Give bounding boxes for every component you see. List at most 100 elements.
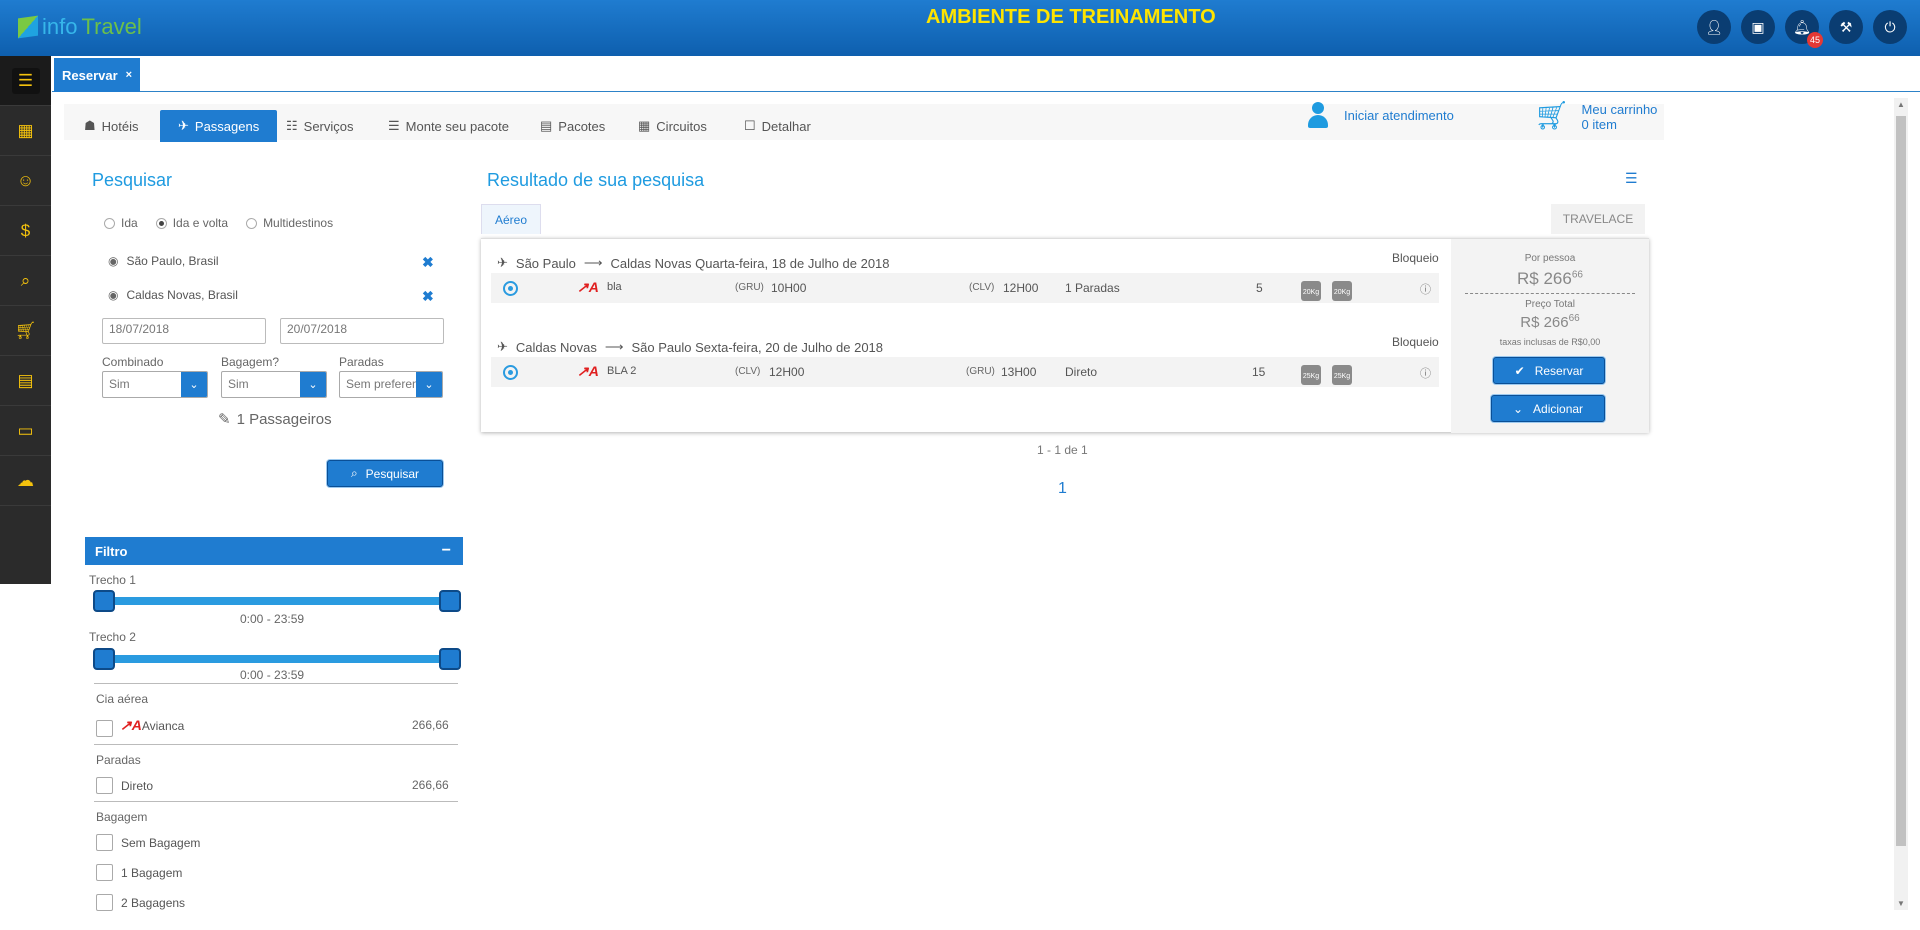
list-view-icon[interactable]: ☰ [1625, 170, 1638, 187]
arrow-right-icon: ⟶ [604, 339, 624, 354]
combinado-select[interactable]: Sim ⌄ [102, 371, 208, 398]
bagagem-select[interactable]: Sim ⌄ [221, 371, 327, 398]
trecho1-min-handle[interactable] [93, 590, 115, 612]
trecho2-max-handle[interactable] [439, 648, 461, 670]
radio-multidestinos[interactable]: Multidestinos [246, 216, 333, 230]
cart-link[interactable]: 🛒︎ Meu carrinho 0 item [1534, 100, 1657, 133]
combinado-label: Combinado [102, 355, 164, 369]
leg-header: ✈ Caldas Novas ⟶ São Paulo Sexta-feira, … [497, 339, 884, 355]
person-icon [1308, 102, 1328, 128]
cash-icon[interactable]: ▭ [0, 406, 51, 456]
checkbox-sem-bagagem[interactable] [96, 834, 113, 851]
tab-detalhar[interactable]: ☐ Detalhar [744, 110, 811, 142]
checkbox-1-bagagem[interactable] [96, 864, 113, 881]
menu-toggle[interactable]: ☰ [0, 56, 51, 106]
left-nav: ☰ ▦ ☺ $ ⌕ 🛒︎ ▤ ▭ ☁ [0, 56, 51, 584]
checkbox-2-bagagens[interactable] [96, 894, 113, 911]
paradas-label: Paradas [339, 355, 384, 369]
edit-icon: ✎ [218, 411, 231, 428]
building-icon[interactable]: ▦ [0, 106, 51, 156]
arr-time: 13H00 [1001, 365, 1037, 379]
tab-travelace[interactable]: TRAVELACE [1551, 204, 1645, 234]
avianca-price: 266,66 [412, 718, 449, 732]
direto-option: Direto [121, 779, 154, 793]
chevron-down-icon: ⌄ [1512, 401, 1524, 416]
tab-hoteis[interactable]: ☗ Hotéis [84, 110, 139, 142]
newspaper-icon: ▤ [540, 118, 553, 133]
taxes-note: taxas inclusas de R$0,00 [1499, 337, 1601, 347]
start-service-link[interactable]: Iniciar atendimento [1308, 102, 1454, 128]
clear-destination-button[interactable]: ✖ [422, 288, 434, 305]
total-label: Preço Total [1525, 299, 1575, 310]
flight-row[interactable]: ↗A BLA 2 (CLV) 12H00 (GRU) 13H00 Direto … [491, 357, 1439, 387]
luggage-icon: 20Kg [1332, 281, 1352, 301]
1-bagagem-option: 1 Bagagem [121, 866, 183, 880]
tab-servicos[interactable]: ☷ Serviços [286, 110, 354, 142]
trip-type-group: Ida Ida e volta Multidestinos [104, 216, 333, 230]
arr-time: 12H00 [1003, 281, 1039, 295]
search-icon: ⌕ [350, 466, 358, 480]
sitemap-icon: ☷ [286, 118, 298, 133]
trecho2-slider-track[interactable] [104, 655, 450, 663]
dollar-icon[interactable]: $ [0, 206, 51, 256]
cart-count: 0 item [1581, 117, 1617, 132]
checkbox-avianca[interactable] [96, 720, 113, 737]
seats: 15 [1252, 365, 1266, 379]
origin-field[interactable]: ◉ São Paulo, Brasil [108, 254, 219, 268]
cart-icon: 🛒︎ [1534, 100, 1570, 131]
bed-icon: ☗ [84, 118, 96, 133]
scroll-up-icon[interactable]: ▲ [1897, 100, 1905, 109]
leg-header: ✈ São Paulo ⟶ Caldas Novas Quarta-feira,… [497, 255, 890, 271]
filter-header[interactable]: Filtro − [85, 537, 463, 565]
plane-icon: ✈ [497, 339, 508, 354]
reserve-button[interactable]: ✔ Reservar [1493, 357, 1605, 384]
tab-pacotes[interactable]: ▤ Pacotes [540, 110, 605, 142]
bell-icon[interactable]: 🔔︎ 45 [1785, 10, 1823, 48]
close-icon[interactable]: × [126, 69, 132, 81]
info-icon[interactable]: ⓘ [1420, 365, 1431, 381]
tab-aereo[interactable]: Aéreo [481, 204, 541, 234]
destination-field[interactable]: ◉ Caldas Novas, Brasil [108, 288, 238, 302]
radio-ida-e-volta[interactable]: Ida e volta [155, 216, 228, 230]
user-icon[interactable]: 👤︎ [1697, 10, 1731, 44]
scroll-down-icon[interactable]: ▼ [1897, 899, 1905, 908]
tab-circuitos[interactable]: ▦ Circuitos [638, 110, 707, 142]
date-back-input[interactable]: 20/07/2018 [280, 318, 444, 344]
arr-airport: (CLV) [969, 282, 995, 293]
paradas-select[interactable]: Sem preferencia ⌄ [339, 371, 443, 398]
search-title: Pesquisar [92, 170, 173, 190]
scrollbar-thumb[interactable] [1896, 116, 1906, 846]
cart-icon[interactable]: 🛒︎ [0, 306, 51, 356]
flight-row[interactable]: ↗A bla (GRU) 10H00 (CLV) 12H00 1 Paradas… [491, 273, 1439, 303]
environment-title: AMBIENTE DE TREINAMENTO [926, 6, 1216, 28]
collapse-icon[interactable]: − [442, 542, 451, 560]
page-link[interactable]: 1 [1058, 480, 1067, 498]
radio-ida[interactable]: Ida [104, 216, 138, 230]
add-button[interactable]: ⌄ Adicionar [1491, 395, 1605, 422]
clear-origin-button[interactable]: ✖ [422, 254, 434, 271]
document-icon[interactable]: ▤ [0, 356, 51, 406]
tab-monte-pacote[interactable]: ☰ Monte seu pacote [388, 110, 509, 142]
info-icon[interactable]: ⓘ [1420, 281, 1431, 297]
date-out-input[interactable]: 18/07/2018 [102, 318, 266, 344]
flight-select-radio[interactable] [503, 365, 518, 380]
users-icon[interactable]: ☺ [0, 156, 51, 206]
search-button[interactable]: ⌕ Pesquisar [327, 460, 443, 487]
trecho2-min-handle[interactable] [93, 648, 115, 670]
power-icon[interactable]: ⏻ [1873, 10, 1907, 44]
money-icon[interactable]: ▣ [1741, 10, 1775, 44]
search-icon[interactable]: ⌕ [0, 256, 51, 306]
tab-reservar[interactable]: Reservar × [54, 58, 140, 92]
tab-passagens[interactable]: ✈ Passagens [160, 110, 278, 142]
leg-status: Bloqueio [1392, 251, 1439, 265]
scrollbar[interactable]: ▲ ▼ [1894, 98, 1908, 910]
checkbox-direto[interactable] [96, 777, 113, 794]
map-pin-icon: ◉ [108, 288, 119, 302]
passengers-link[interactable]: ✎ 1 Passageiros [218, 410, 332, 429]
flight-select-radio[interactable] [503, 281, 518, 296]
app-logo[interactable]: info Travel [18, 14, 142, 40]
trecho1-slider-track[interactable] [104, 597, 450, 605]
cloud-icon[interactable]: ☁ [0, 456, 51, 506]
trecho1-max-handle[interactable] [439, 590, 461, 612]
wrench-icon[interactable]: ⚒ [1829, 10, 1863, 44]
